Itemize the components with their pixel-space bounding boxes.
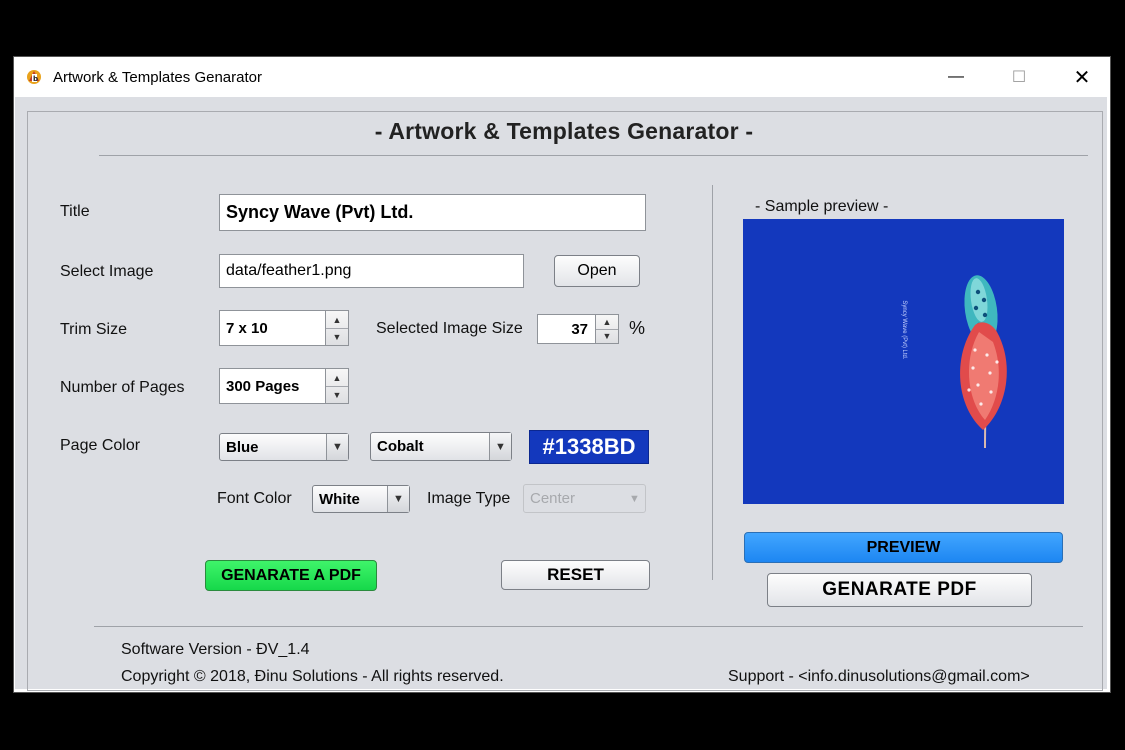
select-image-label: Select Image [60,263,154,280]
svg-text:b: b [33,75,38,83]
title-input[interactable]: Syncy Wave (Pvt) Ltd. [219,194,646,231]
trim-size-spinner[interactable]: 7 x 10 ▲ ▼ [219,310,349,346]
minimize-button[interactable]: — [933,63,979,91]
trim-size-label: Trim Size [60,321,127,338]
spinner-up-icon[interactable]: ▲ [326,369,348,387]
title-bar[interactable]: b Artwork & Templates Genarator — ☐ ✕ [14,57,1110,97]
font-color-select[interactable]: White ▼ [312,485,410,513]
chevron-down-icon: ▼ [326,434,348,460]
image-size-label: Selected Image Size [376,320,523,337]
pages-label: Number of Pages [60,379,185,396]
page-color-value: Blue [226,438,259,456]
image-type-select: Center ▼ [523,484,646,513]
heading-separator [99,155,1088,156]
generate-a-pdf-button[interactable]: GENARATE A PDF [205,560,377,591]
image-size-spinner[interactable]: 37 ▲ ▼ [537,314,619,344]
preview-cover-text: Syncy Wave (Pvt) Ltd. [901,300,907,360]
software-version: Software Version - ĐV_1.4 [121,641,310,658]
generate-pdf-button[interactable]: GENARATE PDF [767,573,1032,607]
column-separator [712,185,713,580]
page-color-select[interactable]: Blue ▼ [219,433,349,461]
open-button[interactable]: Open [554,255,640,287]
pages-spinner[interactable]: 300 Pages ▲ ▼ [219,368,349,404]
chevron-down-icon: ▼ [387,486,409,512]
spinner-up-icon[interactable]: ▲ [326,311,348,329]
page-heading: - Artwork & Templates Genarator - [374,118,754,144]
reset-button[interactable]: RESET [501,560,650,590]
image-type-value: Center [530,490,576,507]
spinner-up-icon[interactable]: ▲ [596,315,618,330]
spinner-down-icon[interactable]: ▼ [326,328,348,345]
chevron-down-icon: ▼ [629,492,640,505]
spinner-arrows: ▲ ▼ [325,369,348,403]
color-hex-display: #1338BD [529,430,649,464]
window-title: Artwork & Templates Genarator [53,69,262,86]
spinner-down-icon[interactable]: ▼ [596,329,618,343]
support-email: Support - <info.dinusolutions@gmail.com> [728,668,1030,685]
spinner-arrows: ▲ ▼ [325,311,348,345]
close-button[interactable]: ✕ [1059,63,1105,91]
percent-sign: % [629,318,646,338]
preview-button[interactable]: PREVIEW [744,532,1063,563]
font-color-label: Font Color [217,490,292,507]
trim-size-value: 7 x 10 [226,319,268,337]
page-shade-select[interactable]: Cobalt ▼ [370,432,512,461]
spinner-down-icon[interactable]: ▼ [326,386,348,403]
title-label: Title [60,203,90,220]
chevron-down-icon: ▼ [489,433,511,460]
maximize-button[interactable]: ☐ [996,63,1042,91]
page-color-label: Page Color [60,437,141,454]
feather-image [960,275,1007,449]
page-shade-value: Cobalt [377,438,424,455]
app-logo-icon: b [27,70,41,84]
spinner-arrows: ▲ ▼ [595,315,618,343]
copyright-text: Copyright © 2018, Đinu Solutions - All r… [121,668,504,685]
pages-value: 300 Pages [226,377,300,395]
image-size-value: 37 [571,320,588,338]
sample-preview-label: - Sample preview - [755,198,889,215]
footer-separator [94,626,1083,627]
image-path-input[interactable]: data/feather1.png [219,254,524,288]
font-color-value: White [319,490,360,508]
image-type-label: Image Type [427,490,511,507]
